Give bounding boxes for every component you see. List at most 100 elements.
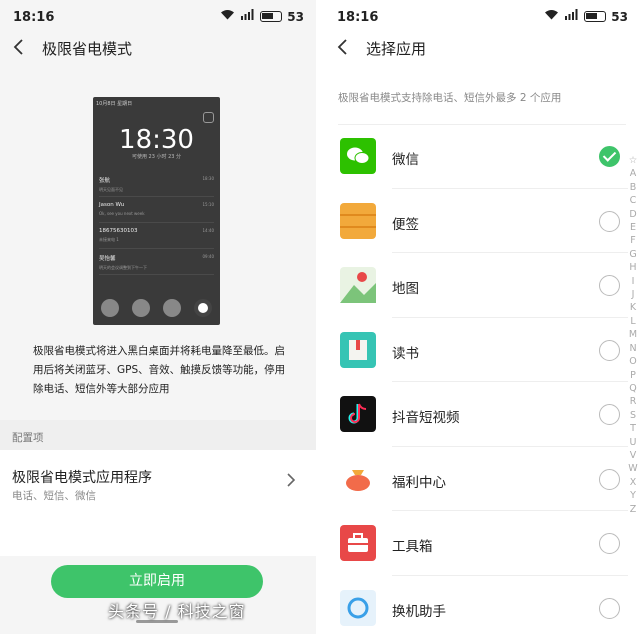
status-time: 18:16	[337, 10, 379, 25]
index-letter[interactable]: X	[626, 476, 640, 489]
notification-item: 吴怡馨 明天的会议调整到下午一下 09:40	[99, 249, 214, 275]
app-item-notes[interactable]: 便签	[324, 189, 640, 254]
status-icons: 53	[220, 9, 304, 24]
index-letter[interactable]: Z	[626, 503, 640, 516]
app-checkbox[interactable]	[599, 210, 620, 232]
index-letter[interactable]: I	[626, 275, 640, 288]
preview-notifications: 张航 明天见面不见 18:30 Jason Wu Ok, see you nex…	[99, 171, 214, 275]
notification-time: 15:10	[202, 202, 214, 207]
back-arrow-icon[interactable]	[336, 38, 348, 61]
page-title: 选择应用	[366, 40, 427, 58]
toolbox-icon	[340, 525, 376, 561]
index-letter[interactable]: S	[626, 409, 640, 422]
battery-icon	[260, 11, 283, 22]
index-letter[interactable]: ☆	[626, 154, 640, 167]
app-item-douyin[interactable]: 抖音短视频	[324, 382, 640, 447]
app-checkbox-checked[interactable]	[599, 146, 620, 167]
notification-item: 18675630103 未接来电 1 14:40	[99, 223, 214, 249]
preview-subline: 可使用 23 小时 23 分	[131, 154, 182, 160]
section-label: 配置项	[0, 420, 316, 450]
index-letter[interactable]: B	[626, 181, 640, 194]
index-letter[interactable]: L	[626, 315, 640, 328]
app-list: 微信 便签 地图 读书 抖音短视频 福利中心 工具箱 换机助手	[324, 124, 640, 634]
config-subtitle: 电话、短信、微信	[12, 490, 96, 502]
notification-msg: 明天的会议调整到下午一下	[99, 265, 147, 270]
index-letter[interactable]: W	[626, 462, 640, 475]
mode-description: 极限省电模式将进入黑白桌面并将耗电量降至最低。启用后将关闭蓝牙、GPS、音效、触…	[33, 345, 286, 395]
status-time: 18:16	[13, 10, 55, 25]
panel-divider	[316, 0, 324, 634]
select-apps-screen: 18:16 53 选择应用 极限省电模式支持除电话、短信外最多 2 个应用 微信…	[324, 0, 640, 634]
battery-level: 53	[611, 9, 628, 24]
contacts-icon	[132, 299, 150, 317]
selection-hint: 极限省电模式支持除电话、短信外最多 2 个应用	[338, 92, 562, 104]
index-letter[interactable]: F	[626, 234, 640, 247]
app-item-toolbox[interactable]: 工具箱	[324, 511, 640, 576]
app-name: 福利中心	[392, 474, 446, 491]
index-letter[interactable]: K	[626, 301, 640, 314]
app-item-phone-switch[interactable]: 换机助手	[324, 576, 640, 634]
app-checkbox[interactable]	[599, 339, 620, 361]
extreme-power-saving-screen: 18:16 53 极限省电模式 10月8日 星期日 18:30 可使用 23 小…	[0, 0, 316, 634]
app-checkbox[interactable]	[599, 275, 620, 296]
app-name: 读书	[392, 345, 419, 362]
page-title: 极限省电模式	[42, 40, 133, 58]
notification-time: 09:40	[202, 254, 214, 259]
battery-icon	[584, 11, 607, 22]
index-letter[interactable]: U	[626, 436, 640, 449]
index-letter[interactable]: H	[626, 261, 640, 274]
index-letter[interactable]: A	[626, 167, 640, 180]
app-item-reader[interactable]: 读书	[324, 318, 640, 383]
gift-bag-icon	[340, 460, 376, 497]
status-bar: 18:16 53	[0, 0, 316, 34]
screenshot-root: 18:16 53 极限省电模式 10月8日 星期日 18:30 可使用 23 小…	[0, 0, 640, 634]
app-item-wechat[interactable]: 微信	[324, 124, 640, 189]
notification-item: 张航 明天见面不见 18:30	[99, 171, 214, 197]
back-arrow-icon[interactable]	[12, 38, 24, 61]
index-letter[interactable]: N	[626, 342, 640, 355]
map-icon	[340, 267, 376, 303]
app-name: 换机助手	[392, 603, 446, 620]
app-name: 工具箱	[392, 539, 433, 555]
wifi-icon	[544, 9, 559, 24]
app-item-welfare-center[interactable]: 福利中心	[324, 447, 640, 512]
preview-dock	[101, 299, 212, 317]
status-bar: 18:16 53	[324, 0, 640, 34]
index-letter[interactable]: Q	[626, 382, 640, 395]
index-letter[interactable]: Y	[626, 489, 640, 502]
app-name: 便签	[392, 216, 419, 233]
index-letter[interactable]: E	[626, 221, 640, 234]
index-letter[interactable]: V	[626, 449, 640, 462]
index-letter[interactable]: G	[626, 248, 640, 261]
watermark: 头条号 / 科技之窗	[108, 602, 246, 621]
signal-icon	[240, 9, 255, 24]
index-letter[interactable]: C	[626, 194, 640, 207]
app-checkbox[interactable]	[599, 404, 620, 425]
top-bar: 选择应用	[324, 34, 640, 64]
index-letter[interactable]: P	[626, 369, 640, 382]
index-letter[interactable]: D	[626, 208, 640, 221]
app-checkbox[interactable]	[599, 597, 620, 619]
notification-name: 张航	[99, 178, 111, 184]
index-letter[interactable]: O	[626, 355, 640, 368]
app-checkbox[interactable]	[599, 468, 620, 490]
app-item-map[interactable]: 地图	[324, 253, 640, 318]
config-apps-row[interactable]: 极限省电模式应用程序 电话、短信、微信	[0, 450, 316, 556]
index-letter[interactable]: M	[626, 328, 640, 341]
index-letter[interactable]: J	[626, 288, 640, 301]
enable-now-button[interactable]: 立即启用	[51, 565, 263, 598]
status-icons: 53	[544, 9, 628, 24]
notification-msg: Ok, see you next week	[99, 211, 145, 216]
index-letter[interactable]: R	[626, 395, 640, 408]
notification-time: 14:40	[202, 228, 214, 233]
alphabet-index[interactable]: ☆ A B C D E F G H I J K L M N O P Q R S T U V W X Y Z	[626, 154, 640, 516]
app-name: 地图	[392, 281, 419, 297]
preview-clock: 18:30	[119, 125, 194, 155]
index-letter[interactable]: T	[626, 422, 640, 435]
notes-icon	[340, 202, 376, 239]
chevron-right-icon	[286, 472, 296, 492]
douyin-icon	[340, 396, 376, 432]
wechat-icon	[340, 138, 376, 174]
app-checkbox[interactable]	[599, 533, 620, 554]
exit-icon	[203, 112, 214, 123]
